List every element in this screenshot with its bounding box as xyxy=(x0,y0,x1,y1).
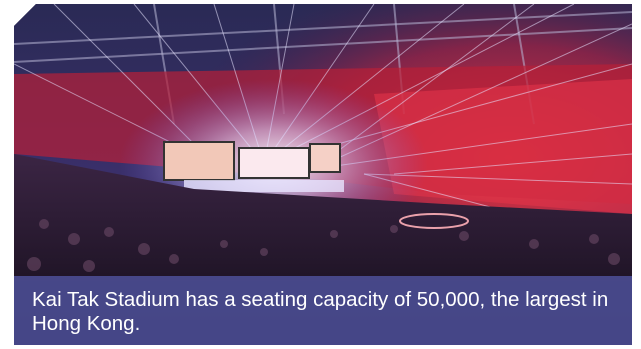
caption-bar: Kai Tak Stadium has a seating capacity o… xyxy=(14,276,632,345)
stadium-concert-photo: Kai Tak Stadium has a seating capacity o… xyxy=(14,4,632,345)
photo-figure: Kai Tak Stadium has a seating capacity o… xyxy=(0,0,641,349)
stage xyxy=(163,141,344,192)
photo-caption: Kai Tak Stadium has a seating capacity o… xyxy=(32,288,609,335)
